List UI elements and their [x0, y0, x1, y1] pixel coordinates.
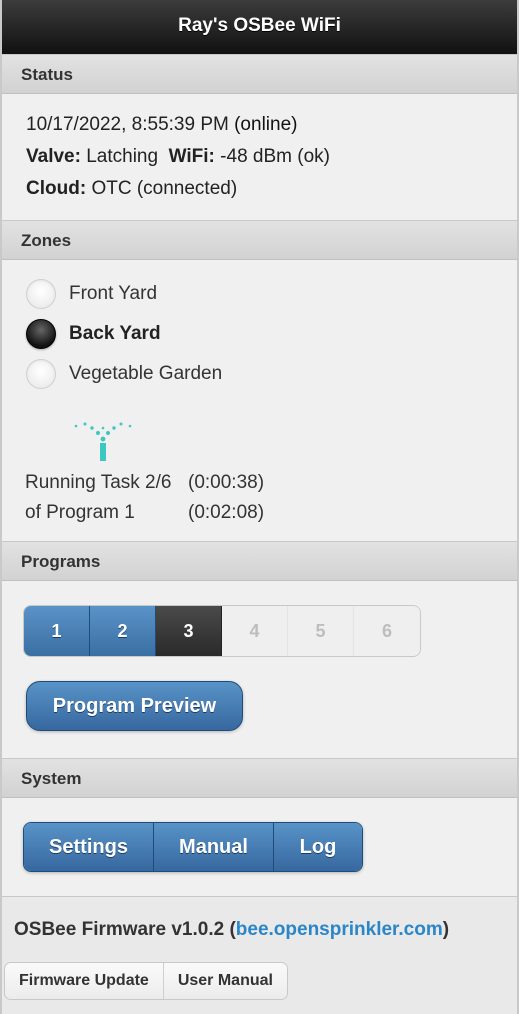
- system-button-group: Settings Manual Log: [23, 822, 363, 872]
- wifi-value: -48 dBm (ok): [220, 146, 330, 167]
- sprinkler-icon: [74, 422, 132, 461]
- status-valve-wifi-line: Valve: Latching WiFi: -48 dBm (ok): [26, 146, 330, 168]
- settings-button[interactable]: Settings: [24, 823, 154, 871]
- programs-section-header: Programs: [2, 541, 517, 581]
- zone-label: Back Yard: [69, 323, 161, 344]
- zones-heading: Zones: [21, 231, 72, 250]
- running-program-time: (0:02:08): [188, 502, 265, 523]
- running-task-time: (0:00:38): [188, 472, 265, 493]
- valve-label: Valve:: [26, 146, 81, 167]
- system-section-header: System: [2, 758, 517, 798]
- program-preview-button[interactable]: Program Preview: [26, 681, 243, 731]
- footer-button-group: Firmware Update User Manual: [4, 962, 288, 1000]
- status-online: (online): [234, 114, 298, 135]
- zones-section-header: Zones: [2, 220, 517, 260]
- app-header: Ray's OSBee WiFi: [2, 0, 517, 54]
- app-page: Ray's OSBee WiFi Status 10/17/2022, 8:55…: [0, 0, 519, 1014]
- firmware-update-button[interactable]: Firmware Update: [5, 963, 164, 999]
- opensprinkler-link[interactable]: bee.opensprinkler.com: [236, 919, 443, 940]
- status-heading: Status: [21, 65, 73, 84]
- program-6-button[interactable]: 6: [354, 606, 420, 656]
- status-section-header: Status: [2, 54, 517, 94]
- valve-value: Latching: [86, 146, 159, 167]
- system-heading: System: [21, 769, 82, 788]
- program-button-group: 1 2 3 4 5 6: [23, 605, 421, 657]
- zone-label: Front Yard: [69, 283, 158, 304]
- status-datetime-line: 10/17/2022, 8:55:39 PM (online): [26, 114, 297, 136]
- wifi-label: WiFi:: [168, 146, 215, 167]
- program-4-button[interactable]: 4: [222, 606, 288, 656]
- app-title: Ray's OSBee WiFi: [178, 15, 341, 36]
- manual-button[interactable]: Manual: [154, 823, 274, 871]
- programs-heading: Programs: [21, 552, 101, 571]
- program-2-button[interactable]: 2: [90, 606, 156, 656]
- firmware-line: OSBee Firmware v1.0.2 (bee.opensprinkler…: [14, 919, 449, 941]
- cloud-value: OTC (connected): [91, 178, 238, 199]
- zone-label: Vegetable Garden: [69, 363, 223, 384]
- status-cloud-line: Cloud: OTC (connected): [26, 178, 237, 200]
- firmware-close-paren: ): [442, 919, 450, 940]
- zone-radio[interactable]: [26, 359, 56, 389]
- footer: OSBee Firmware v1.0.2 (bee.opensprinkler…: [2, 896, 517, 1014]
- firmware-version: OSBee Firmware v1.0.2 (: [14, 919, 236, 940]
- zone-radio[interactable]: [26, 279, 56, 309]
- running-program: of Program 1: [25, 502, 135, 523]
- program-1-button[interactable]: 1: [24, 606, 90, 656]
- cloud-label: Cloud:: [26, 178, 87, 199]
- zone-radio-selected[interactable]: [26, 319, 56, 349]
- running-task: Running Task 2/6: [25, 472, 172, 493]
- status-datetime: 10/17/2022, 8:55:39 PM: [26, 114, 229, 135]
- program-5-button[interactable]: 5: [288, 606, 354, 656]
- user-manual-button[interactable]: User Manual: [163, 963, 287, 999]
- program-3-button[interactable]: 3: [156, 606, 222, 656]
- log-button[interactable]: Log: [274, 823, 362, 871]
